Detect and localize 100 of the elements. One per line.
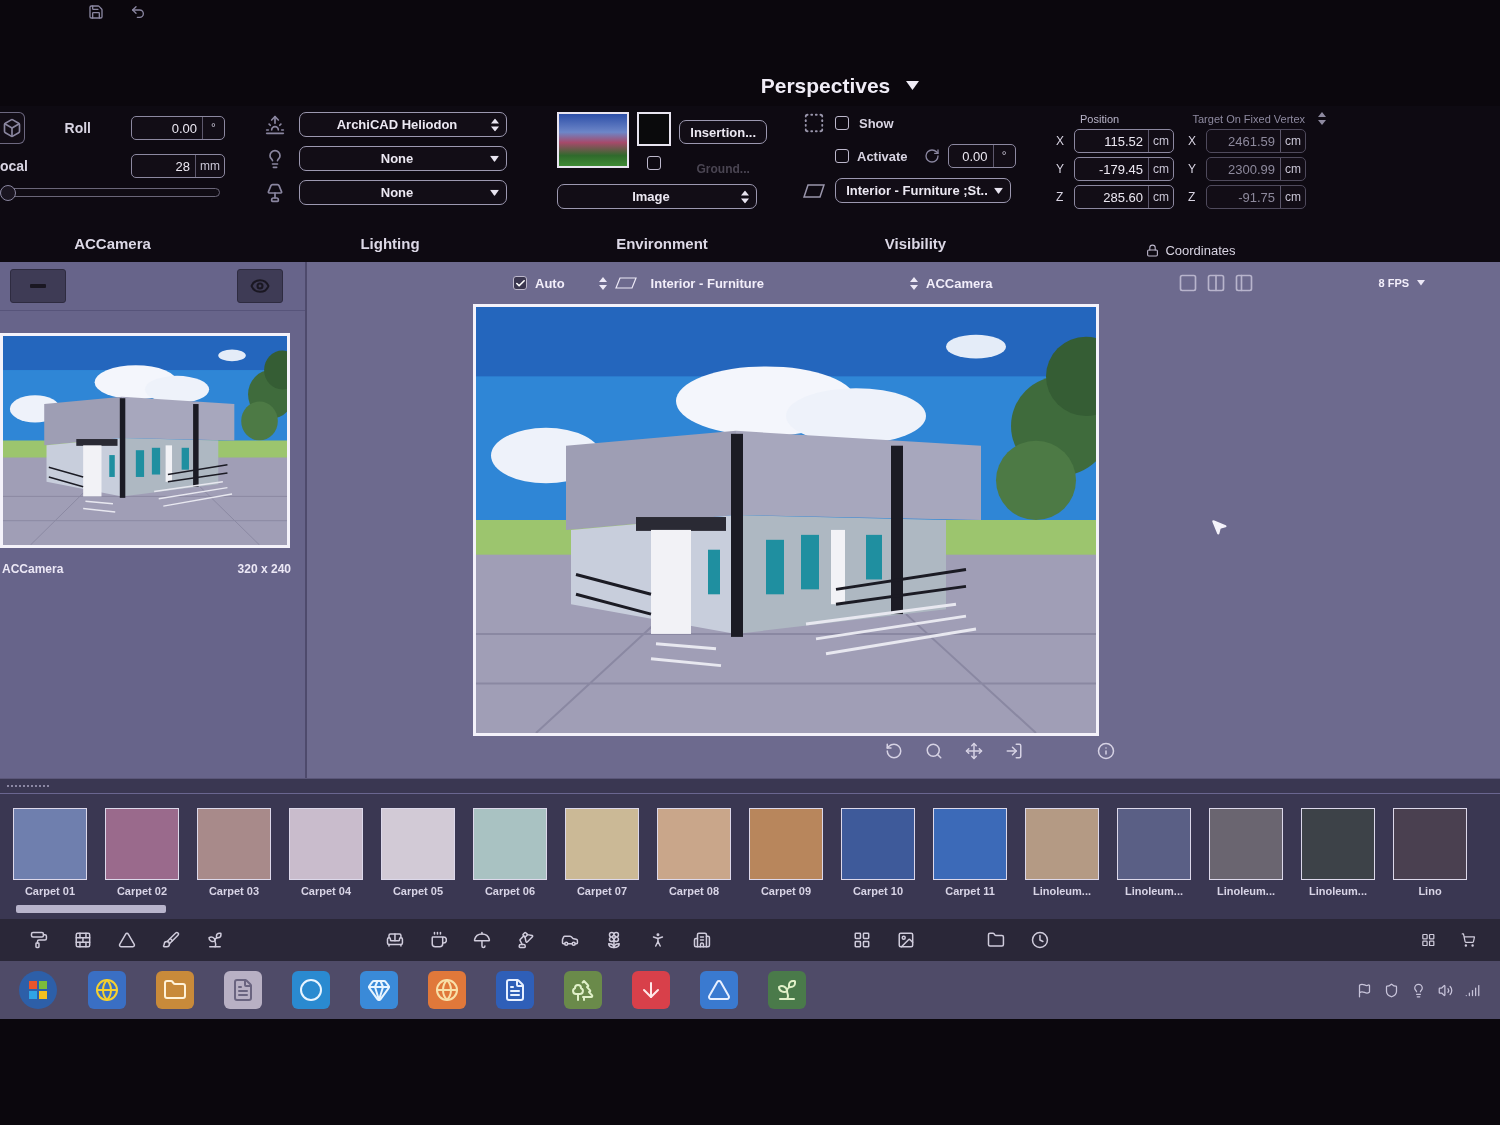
save-icon[interactable] <box>88 4 104 20</box>
folder-icon[interactable] <box>156 971 194 1009</box>
gem-icon[interactable] <box>360 971 398 1009</box>
insertion-button[interactable]: Insertion... <box>679 120 767 144</box>
undo-icon[interactable] <box>130 4 146 20</box>
material-label: Carpet 08 <box>668 885 720 897</box>
environment-mode-selector[interactable]: Image <box>557 184 757 209</box>
material-swatch[interactable] <box>841 808 915 880</box>
dropdown[interactable]: None <box>299 180 507 205</box>
stepper-arrows-icon <box>1318 112 1326 125</box>
material-swatch[interactable] <box>289 808 363 880</box>
panel-title: Lighting <box>360 235 420 252</box>
material-swatch[interactable] <box>1209 808 1283 880</box>
lock-icon[interactable] <box>1146 244 1160 257</box>
signal-icon[interactable] <box>1465 982 1480 998</box>
material-swatch[interactable] <box>657 808 731 880</box>
lightbulb-icon[interactable] <box>1411 982 1426 998</box>
sprout-icon[interactable] <box>768 971 806 1009</box>
columns-icon[interactable] <box>1206 273 1227 293</box>
cart-icon[interactable] <box>1461 931 1476 949</box>
material-label: Carpet 09 <box>760 885 812 897</box>
image-size: 320 x 240 <box>237 562 291 576</box>
coordinate-field[interactable]: 115.52 cm <box>1074 129 1174 153</box>
globe-icon[interactable] <box>88 971 126 1009</box>
panel-icon[interactable] <box>1234 273 1255 293</box>
material-swatch[interactable] <box>1301 808 1375 880</box>
slider-thumb[interactable] <box>0 184 16 201</box>
material-swatch[interactable] <box>1117 808 1191 880</box>
sunrise-icon <box>265 114 285 135</box>
caret-icon <box>490 189 499 196</box>
material-swatch[interactable] <box>381 808 455 880</box>
material-swatch[interactable] <box>749 808 823 880</box>
material-swatch[interactable] <box>933 808 1007 880</box>
material-label: Linoleum... <box>1216 885 1276 897</box>
material-swatch[interactable] <box>565 808 639 880</box>
layer-selector[interactable]: Interior - Furniture <box>650 275 764 291</box>
cursor-icon <box>1210 518 1228 536</box>
roll-field[interactable]: 0.00 ° <box>131 116 225 140</box>
panel-title: Environment <box>616 235 708 252</box>
angle-field[interactable]: 0.00 ° <box>947 144 1016 168</box>
unit-label: mm <box>195 155 224 177</box>
panel-title: Visibility <box>884 235 947 252</box>
scrollbar[interactable] <box>16 905 166 913</box>
stepper-arrows-icon <box>741 190 749 203</box>
material-swatch[interactable] <box>1393 808 1467 880</box>
roll-label: Roll <box>64 120 91 136</box>
checkbox[interactable] <box>513 276 527 290</box>
download-icon[interactable] <box>632 971 670 1009</box>
document-icon[interactable] <box>496 971 534 1009</box>
checkbox[interactable] <box>835 149 849 163</box>
check-icon <box>514 277 526 289</box>
dashed-square-icon[interactable] <box>803 112 825 134</box>
panel-title: Coordinates <box>1165 243 1236 258</box>
globe-icon[interactable] <box>428 971 466 1009</box>
coordinate-field[interactable]: 285.60 cm <box>1074 185 1174 209</box>
clock-icon[interactable] <box>1030 929 1049 951</box>
window-title[interactable]: Perspectives <box>760 74 891 98</box>
unit-label: cm <box>1148 130 1173 152</box>
grip-icon[interactable] <box>6 783 50 789</box>
roller-icon[interactable] <box>30 929 48 951</box>
camera-selector[interactable]: ACCamera <box>926 275 993 291</box>
material-label: Carpet 10 <box>852 885 904 897</box>
material-swatch[interactable] <box>13 808 87 880</box>
material-swatch[interactable] <box>473 808 547 880</box>
focal-field[interactable]: 28 mm <box>131 154 225 178</box>
square-icon[interactable] <box>1178 273 1199 293</box>
material-label: Carpet 01 <box>24 885 76 897</box>
info-icon[interactable] <box>1097 742 1115 760</box>
unit-label: ° <box>202 117 224 139</box>
unit-label: cm <box>1280 158 1305 180</box>
coordinate-field[interactable]: -179.45 cm <box>1074 157 1174 181</box>
material-swatch[interactable] <box>1025 808 1099 880</box>
shield-icon[interactable] <box>1384 982 1399 998</box>
layer-dropdown[interactable]: Interior - Furniture ;St.. <box>835 178 1011 203</box>
grid-icon[interactable] <box>1420 931 1436 949</box>
stepper-selector[interactable]: ArchiCAD Heliodon <box>299 112 507 137</box>
move-icon[interactable] <box>965 742 983 760</box>
caret-icon <box>490 155 499 162</box>
checkbox-label: Activate <box>857 148 908 164</box>
door-icon[interactable] <box>1005 742 1023 760</box>
flag-icon[interactable] <box>1357 982 1372 998</box>
desk-lamp-icon[interactable] <box>517 929 536 951</box>
material-label: Carpet 07 <box>576 885 628 897</box>
start-orb-icon[interactable] <box>18 970 58 1010</box>
checkbox[interactable] <box>835 116 849 130</box>
material-swatch[interactable] <box>105 808 179 880</box>
color-well[interactable] <box>637 112 672 146</box>
trees-icon[interactable] <box>564 971 602 1009</box>
view-button[interactable] <box>0 112 25 144</box>
document-icon[interactable] <box>224 971 262 1009</box>
material-swatch[interactable] <box>197 808 271 880</box>
material-label: Carpet 03 <box>208 885 260 897</box>
minus-icon <box>30 284 46 288</box>
umbrella-icon[interactable] <box>473 929 492 951</box>
fps-selector[interactable]: 8 FPS <box>1378 277 1410 289</box>
speaker-icon[interactable] <box>1438 982 1453 998</box>
search-icon[interactable] <box>925 742 943 760</box>
material-label: Carpet 04 <box>300 885 352 897</box>
undo-icon[interactable] <box>885 742 903 760</box>
dropdown[interactable]: None <box>299 146 507 171</box>
